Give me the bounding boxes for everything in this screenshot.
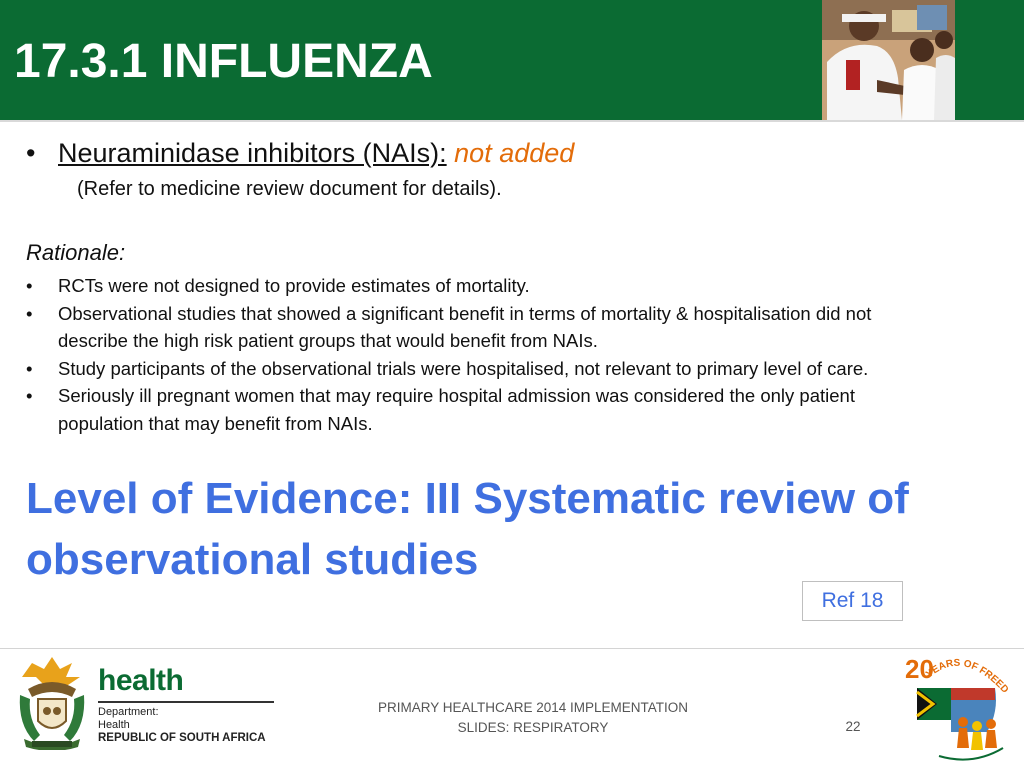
slide-title: 17.3.1 INFLUENZA [14, 35, 433, 88]
rationale-text: Seriously ill pregnant women that may re… [58, 385, 855, 406]
bullet-marker: • [26, 357, 33, 379]
rationale-text: population that may benefit from NAIs. [58, 412, 373, 434]
bullet-marker: • [26, 138, 36, 168]
rationale-item: • Seriously ill pregnant women that may … [26, 382, 1006, 437]
header-divider [0, 120, 1024, 122]
rationale-text: RCTs were not designed to provide estima… [58, 275, 530, 296]
nai-term: Neuraminidase inhibitors (NAIs): [58, 138, 447, 168]
footer-caption: PRIMARY HEALTHCARE 2014 IMPLEMENTATION S… [360, 698, 706, 738]
department-of-health-logo: health Department: Health REPUBLIC OF SO… [98, 664, 278, 744]
health-logo-word: health [98, 664, 184, 697]
footer-divider [0, 648, 1024, 649]
evidence-line: Level of Evidence: III Systematic review… [26, 474, 909, 523]
country-name: REPUBLIC OF SOUTH AFRICA [98, 732, 266, 744]
rationale-list: • RCTs were not designed to provide esti… [26, 272, 1006, 437]
header-bar: 17.3.1 INFLUENZA [0, 0, 1024, 120]
evidence-level-heading: Level of Evidence: III Systematic review… [26, 468, 966, 590]
rationale-text: Study participants of the observational … [58, 357, 869, 379]
rationale-text: describe the high risk patient groups th… [58, 330, 598, 351]
department-label: Department: [98, 706, 159, 718]
bullet-marker: • [26, 275, 33, 296]
rationale-heading: Rationale: [26, 240, 126, 265]
rationale-item: • Observational studies that showed a si… [26, 300, 1006, 355]
evidence-line: observational studies [26, 535, 479, 584]
south-africa-coat-of-arms-icon [14, 655, 90, 751]
rationale-text: Observational studies that showed a sign… [58, 302, 872, 324]
nai-bullet: • Neuraminidase inhibitors (NAIs): not ad… [26, 138, 1006, 169]
nai-status: not added [454, 138, 575, 168]
footer-caption-line: SLIDES: RESPIRATORY [457, 720, 609, 735]
nurse-child-photo-icon [822, 0, 955, 120]
health-logo-rule [98, 701, 274, 703]
20-years-of-freedom-logo-icon: 20 YEARS OF FREEDOM [899, 644, 1013, 764]
refer-note: (Refer to medicine review document for d… [77, 178, 502, 200]
rationale-item: • Study participants of the observationa… [26, 355, 1006, 383]
bullet-marker: • [26, 385, 33, 406]
department-name: Health [98, 719, 130, 731]
reference-box: Ref 18 [802, 581, 903, 621]
bullet-marker: • [26, 302, 33, 324]
footer-caption-line: PRIMARY HEALTHCARE 2014 IMPLEMENTATION [377, 700, 689, 715]
page-number: 22 [845, 719, 861, 734]
rationale-item: • RCTs were not designed to provide esti… [26, 272, 1006, 300]
